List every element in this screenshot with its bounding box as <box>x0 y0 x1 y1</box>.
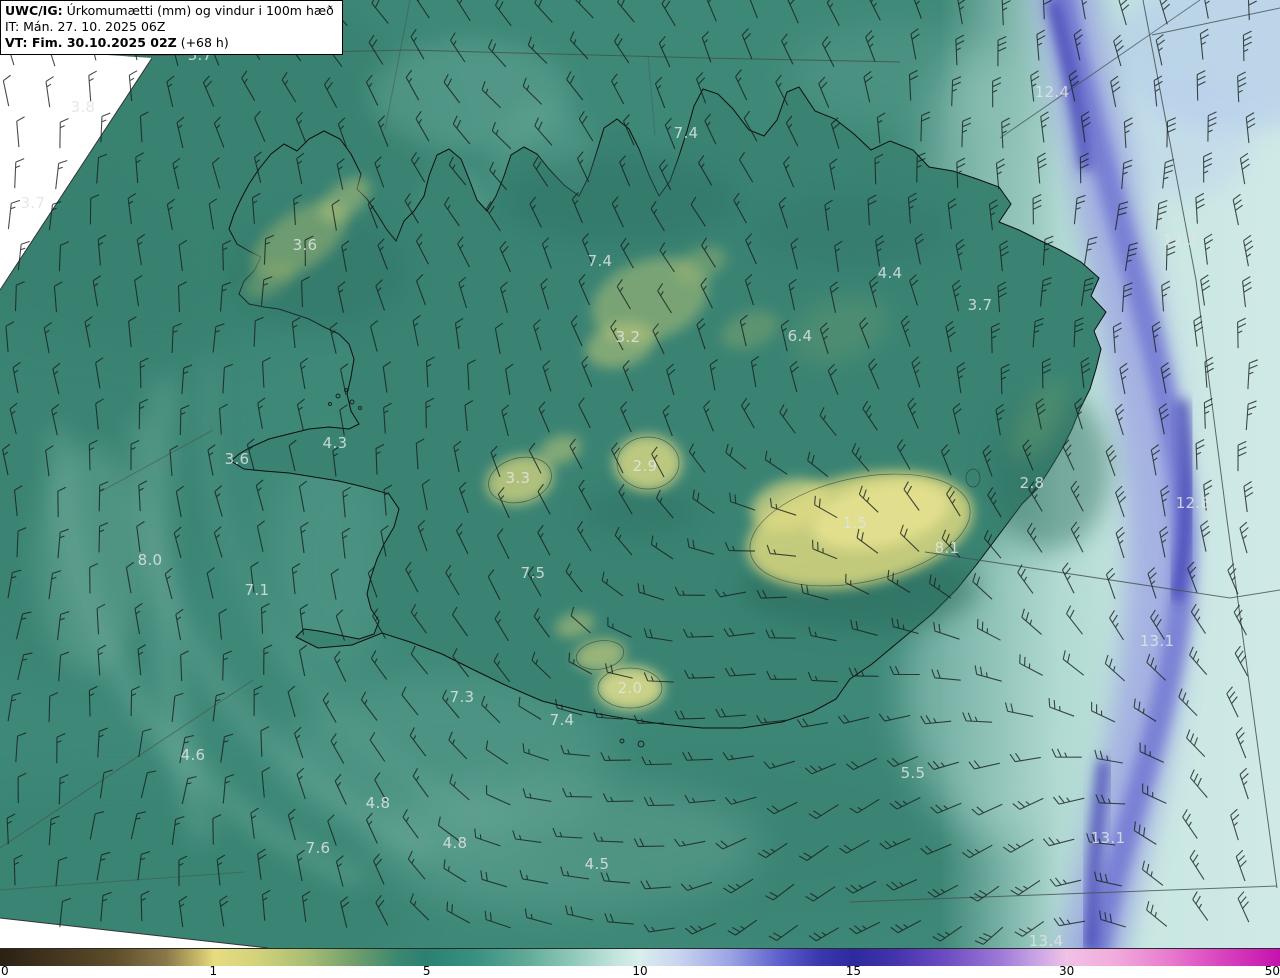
title-line-init: IT: Mán. 27. 10. 2025 06Z <box>5 19 166 34</box>
colorbar-tick-label: 50 <box>1264 964 1280 978</box>
colorbar-tick-label: 10 <box>632 964 648 978</box>
colorbar-tick-label: 0 <box>1 964 9 978</box>
forecast-offset: (+68 h) <box>176 35 229 50</box>
colorbar-ticks: 0 1 5 10 15 30 50 <box>0 964 1280 978</box>
precipitation-wind-map <box>0 0 1280 948</box>
title-line-valid: VT: Fim. 30.10.2025 02Z (+68 h) <box>5 35 334 51</box>
product-name: Úrkomumætti (mm) og vindur i 100m hæð <box>62 3 334 18</box>
colorbar-tick-label: 15 <box>845 964 861 978</box>
model-name: UWC/IG: <box>5 3 63 18</box>
weather-map-screen: 3.7 3.8 12.4 7.4 3.7 12.3 3.6 7.4 4.4 3.7 3.2 6.4 4.… <box>0 0 1280 978</box>
title-box: UWC/IG: Úrkomumætti (mm) og vindur i 100… <box>0 0 343 55</box>
colorbar-tick-label: 30 <box>1059 964 1075 978</box>
valid-time: VT: Fim. 30.10.2025 02Z <box>5 35 177 50</box>
colorbar-tick-label: 5 <box>422 964 431 978</box>
colorbar-tick-label: 1 <box>209 964 218 978</box>
title-line-product: UWC/IG: Úrkomumætti (mm) og vindur i 100… <box>5 3 334 19</box>
